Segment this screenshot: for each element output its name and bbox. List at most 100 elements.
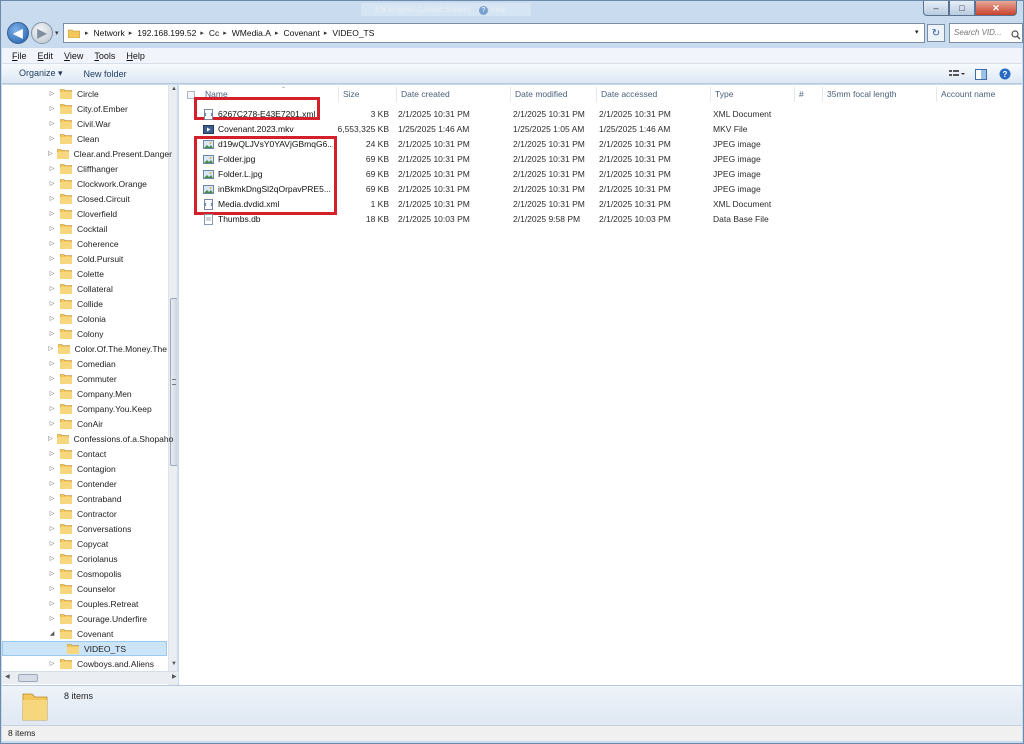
file-name-cell[interactable]: Thumbs.db (203, 212, 333, 227)
breadcrumb-separator[interactable]: ▸ (223, 29, 227, 37)
tree-item-folder[interactable]: ▷ Civil.War (2, 116, 167, 131)
tree-item-folder[interactable]: ▷ Contractor (2, 506, 167, 521)
expanded-arrow-icon[interactable]: ◢ (48, 630, 56, 637)
tree-item-folder[interactable]: ▷ Collide (2, 296, 167, 311)
tree-item-folder[interactable]: ◢ Covenant (2, 626, 167, 641)
tree-item-folder[interactable]: ▷ Colonia (2, 311, 167, 326)
tree-item-folder[interactable]: ▷ ConAir (2, 416, 167, 431)
tree-item-folder[interactable]: ▷ Cocktail (2, 221, 167, 236)
tree-item-folder[interactable]: ▷ Confessions.of.a.Shopaho (2, 431, 173, 446)
expand-arrow-icon[interactable]: ▷ (48, 285, 56, 292)
file-name-cell[interactable]: inBkmkDngSl2qOrpavPRE5... (203, 182, 333, 197)
maximize-button[interactable]: □ (949, 1, 975, 16)
scroll-down-arrow[interactable]: ▼ (170, 661, 177, 671)
recent-pages-dropdown[interactable]: ▾ (55, 29, 59, 37)
address-bar[interactable]: ▸ Network ▸ 192.168.199.52 ▸ Cc ▸ WMedia.A ▸… (63, 23, 925, 43)
expand-arrow-icon[interactable]: ▷ (48, 465, 56, 472)
help-button[interactable]: ? (996, 67, 1014, 81)
tree-item-folder[interactable]: ▷ Clockwork.Orange (2, 176, 167, 191)
expand-arrow-icon[interactable]: ▷ (48, 435, 53, 442)
menu-help[interactable]: Help (126, 51, 145, 61)
new-folder-button[interactable]: New folder (84, 69, 127, 79)
nav-horizontal-scrollbar[interactable]: ◀ ▶ (2, 671, 178, 684)
scroll-left-arrow[interactable]: ◀ (5, 673, 10, 680)
breadcrumb-wmedia[interactable]: WMedia.A (232, 28, 271, 38)
file-name-cell[interactable]: 6267C278-E43E7201.xml (203, 107, 333, 122)
file-row[interactable]: Media.dvdid.xml 1 KB 2/1/2025 10:31 PM 2/1/… (179, 197, 1022, 212)
column-account-name[interactable]: Account name (937, 87, 1022, 102)
breadcrumb-separator[interactable]: ▸ (129, 29, 133, 37)
breadcrumb-network[interactable]: Network (94, 28, 125, 38)
column-number[interactable]: # (795, 87, 823, 102)
expand-arrow-icon[interactable]: ▷ (48, 135, 56, 142)
file-row[interactable]: Folder.jpg 69 KB 2/1/2025 10:31 PM 2/1/2025… (179, 152, 1022, 167)
expand-arrow-icon[interactable]: ▷ (48, 150, 53, 157)
tree-item-folder[interactable]: ▷ Contender (2, 476, 167, 491)
tree-item-folder[interactable]: ▷ Couples.Retreat (2, 596, 167, 611)
expand-arrow-icon[interactable]: ▷ (48, 570, 56, 577)
back-button[interactable]: ◀ (7, 22, 29, 44)
expand-arrow-icon[interactable]: ▷ (48, 540, 56, 547)
tree-item-folder[interactable]: ▷ Cloverfield (2, 206, 167, 221)
column-size[interactable]: Size (339, 87, 397, 102)
expand-arrow-icon[interactable]: ▷ (48, 330, 56, 337)
breadcrumb-separator[interactable]: ▸ (275, 29, 279, 37)
column-focal-length[interactable]: 35mm focal length (823, 87, 937, 102)
tree-item-folder[interactable]: ▷ City.of.Ember (2, 101, 167, 116)
scroll-up-arrow[interactable]: ▲ (170, 86, 177, 96)
file-row[interactable]: Folder.L.jpg 69 KB 2/1/2025 10:31 PM 2/1/20… (179, 167, 1022, 182)
expand-arrow-icon[interactable]: ▷ (48, 270, 56, 277)
tree-item-folder[interactable]: ▷ Closed.Circuit (2, 191, 167, 206)
breadcrumb-host[interactable]: 192.168.199.52 (137, 28, 196, 38)
expand-arrow-icon[interactable]: ▷ (48, 225, 56, 232)
expand-arrow-icon[interactable]: ▷ (48, 165, 56, 172)
tree-item-folder[interactable]: ▷ Conversations (2, 521, 167, 536)
tree-item-folder[interactable]: ▷ Clear.and.Present.Danger (2, 146, 172, 161)
breadcrumb-separator[interactable]: ▸ (200, 29, 204, 37)
tree-item-folder[interactable]: ▷ Circle (2, 86, 167, 101)
expand-arrow-icon[interactable]: ▷ (48, 255, 56, 262)
menu-file[interactable]: File (12, 51, 27, 61)
expand-arrow-icon[interactable]: ▷ (48, 420, 56, 427)
file-row[interactable]: Thumbs.db 18 KB 2/1/2025 10:03 PM 2/1/2025 … (179, 212, 1022, 227)
file-row[interactable]: inBkmkDngSl2qOrpavPRE5... 69 KB 2/1/2025 1… (179, 182, 1022, 197)
expand-arrow-icon[interactable]: ▷ (48, 450, 56, 457)
refresh-button[interactable]: ↻ (927, 24, 945, 42)
breadcrumb-share[interactable]: Cc (209, 28, 219, 38)
column-date-modified[interactable]: Date modified (511, 87, 597, 102)
change-view-button[interactable] (948, 67, 966, 81)
organize-button[interactable]: Organize ▾ (19, 68, 63, 79)
tree-item-folder[interactable]: ▷ Cowboys.and.Aliens (2, 656, 167, 671)
file-row[interactable]: 6267C278-E43E7201.xml 3 KB 2/1/2025 10:31 … (179, 107, 1022, 122)
tree-item-folder[interactable]: ▷ Copycat (2, 536, 167, 551)
menu-view[interactable]: View (64, 51, 83, 61)
search-icon[interactable] (1011, 30, 1021, 40)
file-row[interactable]: Covenant.2023.mkv 6,553,325 KB 1/25/2025 1… (179, 122, 1022, 137)
tree-item-folder[interactable]: ▷ Cold.Pursuit (2, 251, 167, 266)
expand-arrow-icon[interactable]: ▷ (48, 375, 56, 382)
expand-arrow-icon[interactable]: ▷ (48, 210, 56, 217)
tree-item-folder[interactable]: ▷ Cliffhanger (2, 161, 167, 176)
file-row[interactable]: d19wQLJVsY0YAVjGBmqG6... 24 KB 2/1/2025 10… (179, 137, 1022, 152)
expand-arrow-icon[interactable]: ▷ (48, 660, 56, 667)
tree-item-folder[interactable]: ▷ Courage.Underfire (2, 611, 167, 626)
expand-arrow-icon[interactable]: ▷ (48, 195, 56, 202)
address-dropdown[interactable]: ▾ (915, 28, 919, 36)
tree-item-folder[interactable]: ▷ Commuter (2, 371, 167, 386)
tree-item-folder[interactable]: ▷ Clean (2, 131, 167, 146)
breadcrumb-covenant[interactable]: Covenant (283, 28, 319, 38)
expand-arrow-icon[interactable]: ▷ (48, 495, 56, 502)
preview-pane-button[interactable] (972, 67, 990, 81)
expand-arrow-icon[interactable]: ▷ (48, 105, 56, 112)
file-name-cell[interactable]: d19wQLJVsY0YAVjGBmqG6... (203, 137, 333, 152)
tree-item-folder[interactable]: ▷ Collateral (2, 281, 167, 296)
scroll-thumb[interactable] (18, 674, 38, 682)
minimize-button[interactable]: – (923, 1, 949, 16)
expand-arrow-icon[interactable]: ▷ (48, 615, 56, 622)
breadcrumb-separator[interactable]: ▸ (85, 29, 89, 37)
nav-vertical-scrollbar[interactable]: ▲ ▼ (168, 85, 177, 685)
expand-arrow-icon[interactable]: ▷ (48, 90, 56, 97)
expand-arrow-icon[interactable]: ▷ (48, 300, 56, 307)
expand-arrow-icon[interactable]: ▷ (48, 360, 56, 367)
file-list[interactable]: ⌃ Name Size Date created Date modified Da… (179, 85, 1022, 685)
